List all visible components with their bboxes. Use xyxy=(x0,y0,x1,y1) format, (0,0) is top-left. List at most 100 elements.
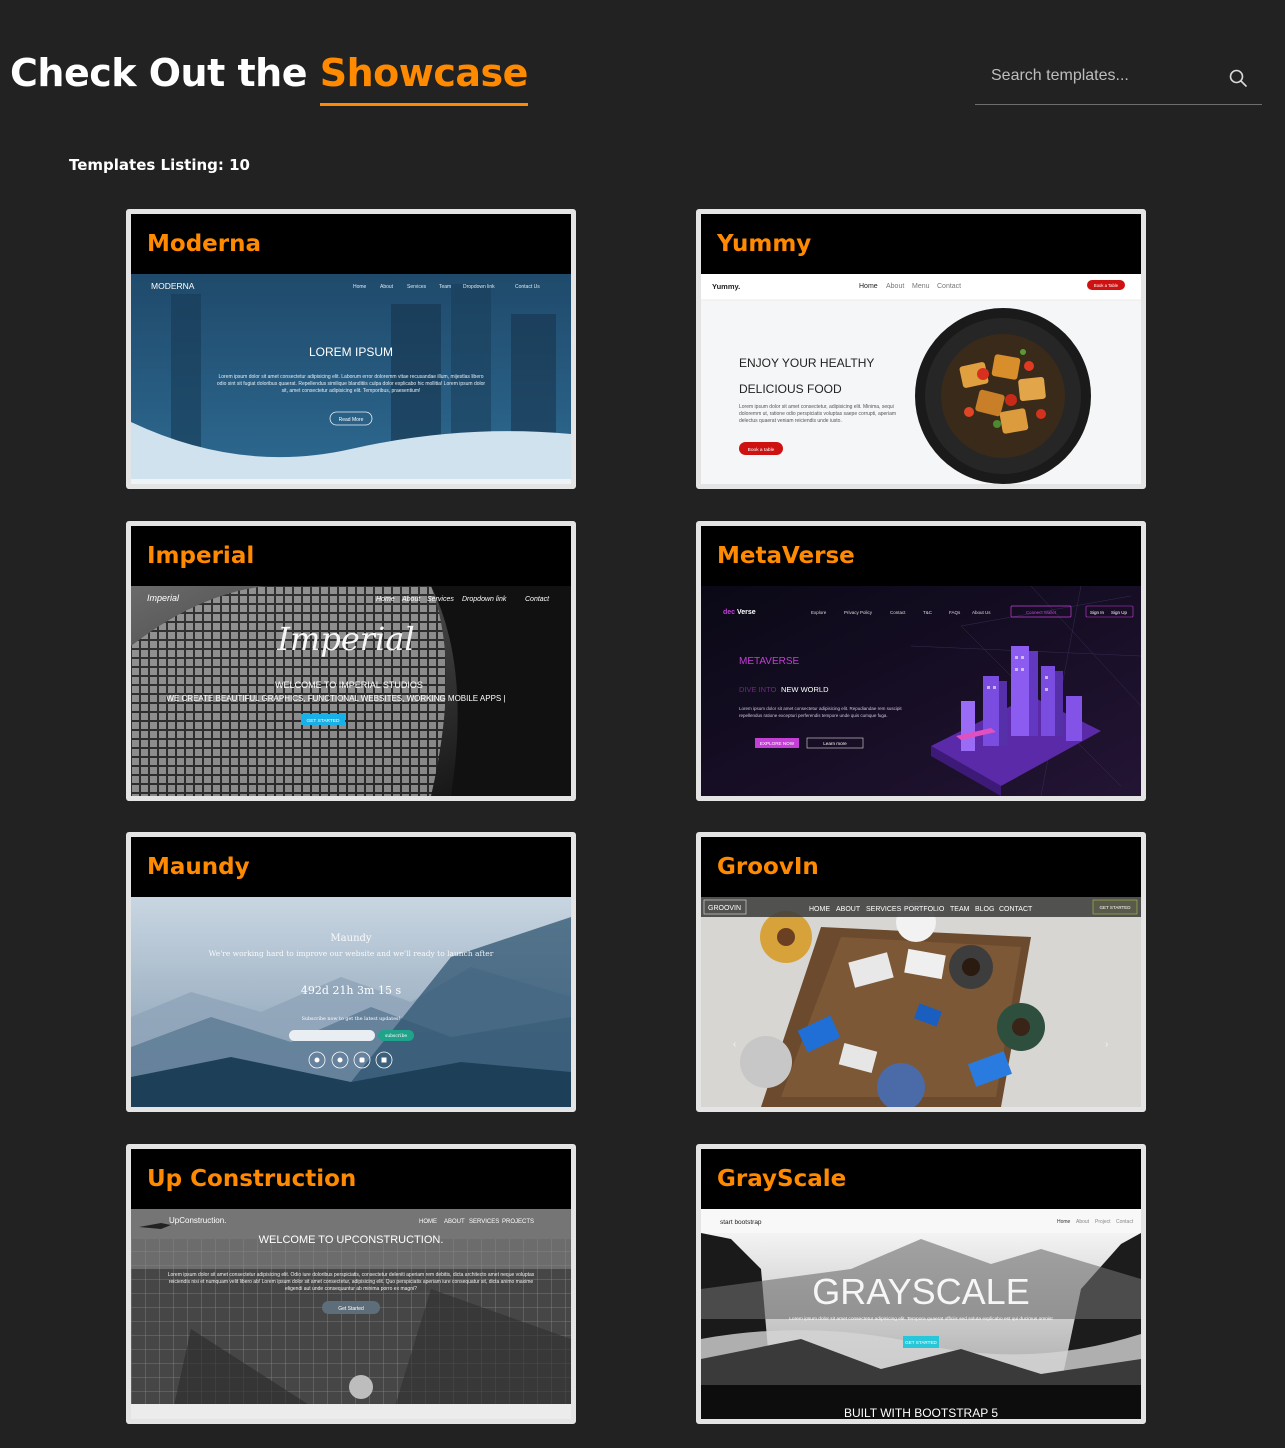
preview-nav-item: About xyxy=(401,596,421,603)
preview-body: Lorem ipsum dolor sit amet consectetur, … xyxy=(739,404,897,424)
preview-button: GET STARTED xyxy=(905,1340,937,1345)
preview-nav-item: Privacy Policy xyxy=(844,610,873,615)
preview-countdown: 492d 21h 3m 15 s xyxy=(301,984,402,997)
preview-button-secondary: Learn more xyxy=(823,741,847,746)
preview-nav-item: Project xyxy=(1095,1219,1111,1225)
preview-nav-item: Contact xyxy=(937,283,961,290)
template-card-metaverse[interactable]: MetaVerse dec Verse Explore Privacy Poli… xyxy=(696,521,1146,801)
preview-nav-item: About xyxy=(380,284,394,290)
preview-brand-accent: dec xyxy=(723,609,735,616)
preview-nav-item: Contact Us xyxy=(515,284,540,290)
preview-nav-item: About xyxy=(1076,1219,1090,1225)
preview-nav-item: About xyxy=(886,283,904,290)
preview-nav-item: PORTFOLIO xyxy=(904,906,945,913)
preview-nav-item: Contact xyxy=(525,596,550,603)
templates-listing-count: Templates Listing: 10 xyxy=(69,156,250,174)
preview-heading: WELCOME TO UPCONSTRUCTION. xyxy=(259,1234,444,1246)
template-title: Maundy xyxy=(147,854,250,880)
preview-footer: BUILT WITH BOOTSTRAP 5 xyxy=(844,1406,998,1419)
preview-nav-item: Menu xyxy=(912,283,930,290)
template-preview-maundy[interactable]: Maundy We're working hard to improve our… xyxy=(131,897,571,1107)
preview-button: subscribe xyxy=(385,1033,407,1039)
preview-nav-item: About Us xyxy=(972,610,991,615)
preview-subheading: WE CREATE BEAUTIFUL GRAPHICS, FUNCTIONAL… xyxy=(166,694,505,703)
preview-brand: Yummy. xyxy=(712,282,740,291)
preview-nav-item: Contact xyxy=(1116,1219,1134,1225)
preview-button: Book a table xyxy=(748,447,775,453)
template-preview-moderna[interactable]: MODERNA Home About Services Team Dropdow… xyxy=(131,274,571,484)
preview-nav-item: ABOUT xyxy=(444,1219,465,1225)
preview-brand: Imperial xyxy=(147,593,180,603)
template-card-moderna[interactable]: Moderna MODERNA Home About Services Team… xyxy=(126,209,576,489)
preview-script-title: Imperial xyxy=(276,620,414,658)
template-card-imperial[interactable]: Imperial Imperial Home About Services Dr… xyxy=(126,521,576,801)
preview-nav-item: CONTACT xyxy=(999,906,1033,913)
preview-nav-item: Contact xyxy=(890,610,906,615)
template-preview-yummy[interactable]: Yummy. Home About Menu Contact Book a Ta… xyxy=(701,274,1141,484)
preview-nav-item: SERVICES xyxy=(469,1219,499,1225)
preview-button: GET STARTED xyxy=(1099,905,1131,910)
page-header: Check Out the Showcase xyxy=(10,48,1265,118)
search-input[interactable] xyxy=(975,58,1215,94)
preview-nav-item: TEAM xyxy=(950,906,970,913)
preview-nav-item: HOME xyxy=(419,1219,437,1225)
preview-nav-item: T&C xyxy=(923,610,933,615)
template-card-groovin[interactable]: GroovIn GROOVIN HOME ABOUT SERVICES PORT… xyxy=(696,832,1146,1112)
preview-nav-item: SERVICES xyxy=(866,906,902,913)
preview-nav-item: Home xyxy=(1057,1219,1071,1225)
preview-heading: WELCOME TO IMPERIAL STUDIOS xyxy=(275,680,423,690)
preview-heading: METAVERSE xyxy=(739,656,800,667)
preview-nav-item: Home xyxy=(859,283,878,290)
page-title-prefix: Check Out the xyxy=(10,51,320,95)
carousel-next-icon: › xyxy=(1105,1039,1108,1050)
preview-nav-item: BLOG xyxy=(975,906,994,913)
preview-brand: Verse xyxy=(737,609,756,616)
preview-nav-item: FAQs xyxy=(949,610,961,615)
preview-body: Lorem ipsum dolor sit amet consectetur a… xyxy=(739,706,902,718)
preview-brand: UpConstruction. xyxy=(169,1216,226,1225)
template-preview-grayscale[interactable]: start bootstrap Home About Project Conta… xyxy=(701,1209,1141,1419)
template-title: Imperial xyxy=(147,543,255,569)
preview-subscribe-text: Subscribe now to get the latest updates! xyxy=(302,1016,401,1022)
preview-brand: MODERNA xyxy=(151,281,195,291)
template-title: Yummy xyxy=(717,231,812,257)
preview-button-primary: EXPLORE NOW xyxy=(760,741,795,746)
preview-nav-item: Team xyxy=(439,284,451,290)
preview-nav-item: ABOUT xyxy=(836,906,861,913)
preview-sub: NEW WORLD xyxy=(781,685,829,694)
template-preview-metaverse[interactable]: dec Verse Explore Privacy Policy Contact… xyxy=(701,586,1141,796)
preview-nav-item: Home xyxy=(376,596,395,603)
template-title: MetaVerse xyxy=(717,543,855,569)
preview-nav-item: Dropdown link xyxy=(462,596,507,603)
preview-connect-button: Connect Wallet xyxy=(1026,610,1057,615)
preview-nav-item: HOME xyxy=(809,906,830,913)
preview-nav-item: Services xyxy=(407,284,427,290)
template-card-maundy[interactable]: Maundy Maundy We're working hard to impr… xyxy=(126,832,576,1112)
template-title: GrayScale xyxy=(717,1166,847,1192)
template-title: Moderna xyxy=(147,231,261,257)
template-preview-up-construction[interactable]: UpConstruction. HOME ABOUT SERVICES PROJ… xyxy=(131,1209,571,1419)
template-card-up-construction[interactable]: Up Construction UpConstruction. HOME ABO… xyxy=(126,1144,576,1424)
preview-button: Read More xyxy=(339,417,364,423)
preview-nav-item: Home xyxy=(353,284,367,290)
search-icon[interactable] xyxy=(1228,68,1248,88)
preview-body: Lorem ipsum dolor sit amet consectetur a… xyxy=(789,1316,1053,1322)
preview-heading: GRAYSCALE xyxy=(812,1271,1029,1312)
preview-sign-up: Sign Up xyxy=(1111,610,1128,615)
preview-heading: Maundy xyxy=(330,933,371,944)
preview-sub-accent: DIVE INTO xyxy=(739,685,777,694)
page-title-accent: Showcase xyxy=(319,48,528,106)
template-preview-imperial[interactable]: Imperial Home About Services Dropdown li… xyxy=(131,586,571,796)
preview-body: Lorem ipsum dolor sit amet consectetur a… xyxy=(167,1272,535,1292)
preview-heading: LOREM IPSUM xyxy=(309,345,393,359)
preview-brand: start bootstrap xyxy=(720,1219,762,1226)
search-box xyxy=(975,48,1262,105)
template-card-grayscale[interactable]: GrayScale start bootstrap Home About Pro… xyxy=(696,1144,1146,1424)
template-title: Up Construction xyxy=(147,1166,357,1192)
preview-brand: GROOVIN xyxy=(708,905,741,912)
template-preview-groovin[interactable]: GROOVIN HOME ABOUT SERVICES PORTFOLIO TE… xyxy=(701,897,1141,1107)
preview-nav-item: Dropdown link xyxy=(463,284,495,290)
preview-heading-line2: DELICIOUS FOOD xyxy=(739,382,842,396)
template-card-yummy[interactable]: Yummy Yummy. Home About Menu Contact Boo… xyxy=(696,209,1146,489)
preview-button: Get Started xyxy=(338,1306,364,1312)
